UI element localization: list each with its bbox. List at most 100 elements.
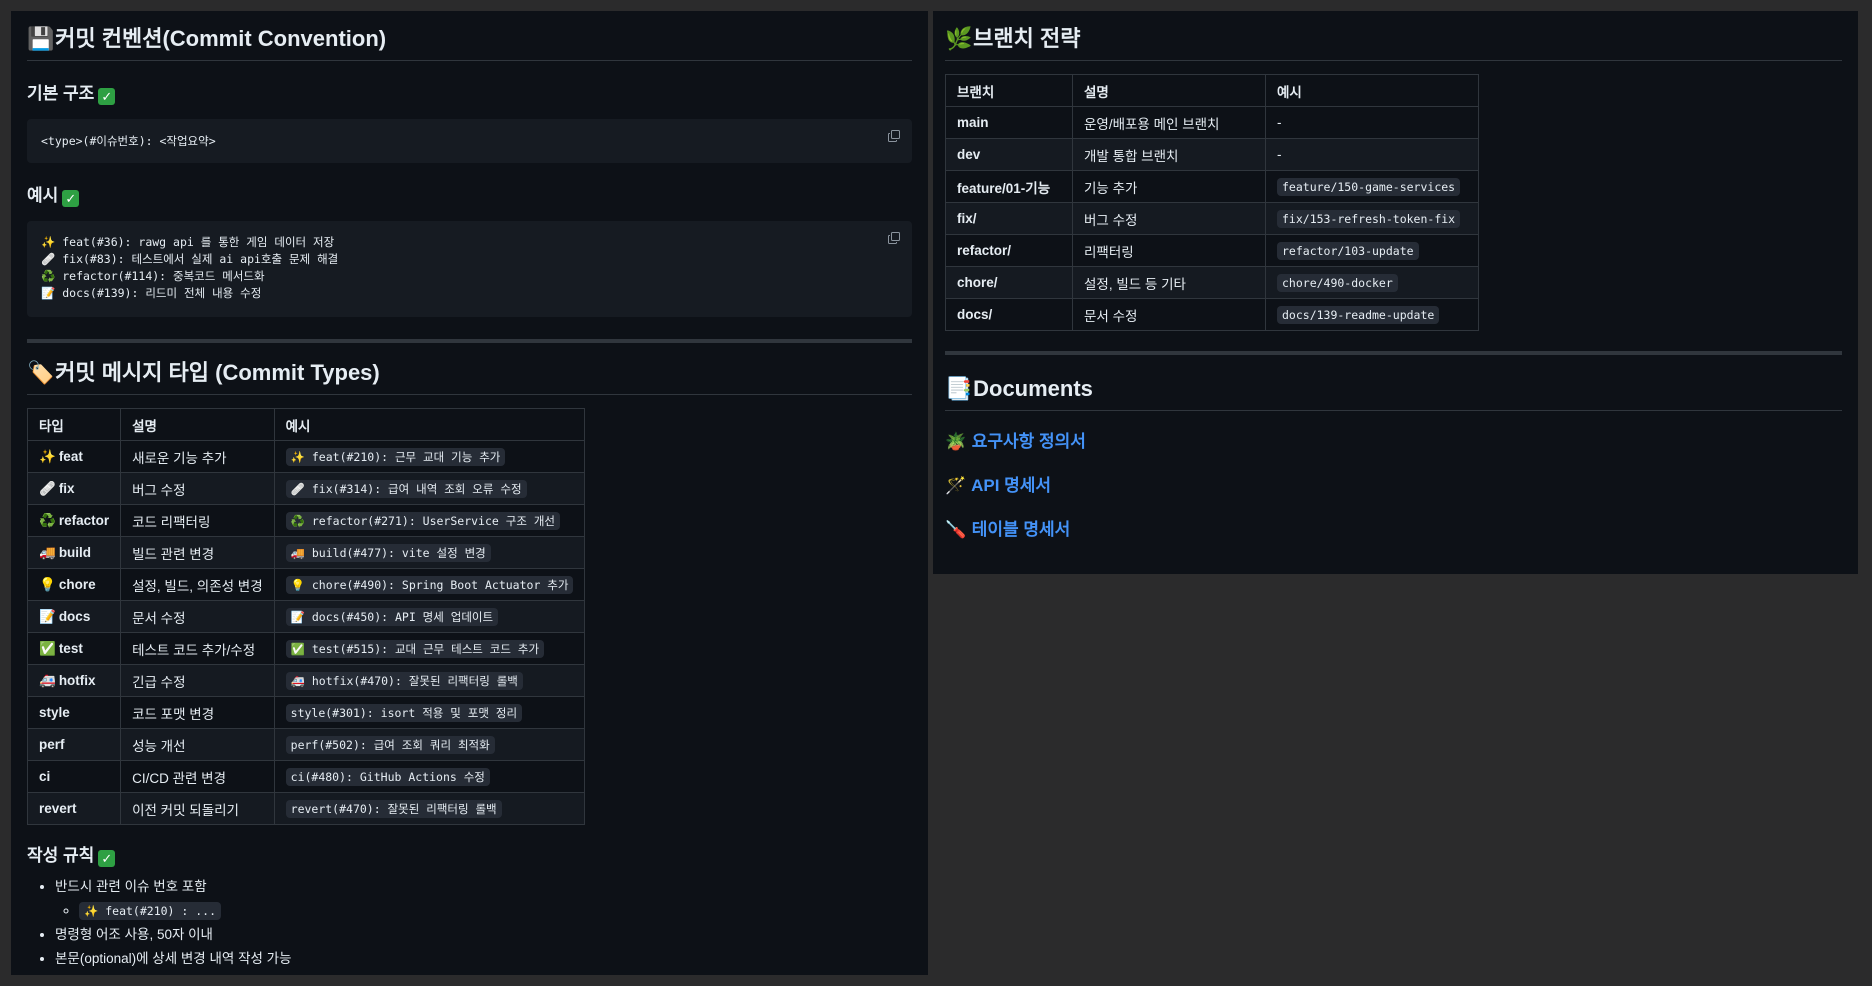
check-mark-icon: ✓ (98, 850, 116, 867)
commit-convention-heading: 💾 커밋 컨벤션(Commit Convention) (27, 25, 912, 61)
commit-type-example-cell: revert(#470): 잘못된 리팩터링 롤백 (273, 792, 586, 825)
table-row: 🚑 hotfix 긴급 수정 🚑 hotfix(#470): 잘못된 리팩터링 롤백 (26, 664, 586, 697)
branch-strategy-title: 브랜치 전략 (973, 26, 1081, 51)
commit-type-cell: perf (26, 728, 122, 761)
commit-type-name: feat (58, 448, 83, 464)
branch-example-cell: - (1265, 106, 1479, 139)
commit-type-description: 코드 리팩터링 (120, 504, 275, 537)
branch-description: 리팩터링 (1072, 234, 1266, 267)
table-row: 📝 docs 문서 수정 📝 docs(#450): API 명세 업데이트 (26, 600, 586, 633)
commit-type-example: ♻️ refactor(#271): UserService 구조 개선 (285, 511, 560, 530)
commit-type-example-cell: style(#301): isort 적용 및 포맷 정리 (273, 696, 586, 729)
commit-type-name: perf (39, 737, 65, 752)
branch-name: feature/01-기능 (945, 170, 1073, 203)
branch-strategy-heading: 🌿 브랜치 전략 (945, 25, 1842, 61)
commit-type-example-cell: 🚚 build(#477): vite 설정 변경 (273, 536, 586, 569)
table-row: dev 개발 통합 브랜치 - (945, 138, 1479, 171)
commit-type-cell: 💡 chore (26, 568, 122, 601)
commit-type-name: revert (39, 801, 77, 816)
table-row: chore/설정, 빌드 등 기타 chore/490-docker (945, 266, 1479, 299)
column-header: 예시 (273, 408, 586, 441)
branch-example: chore/490-docker (1277, 274, 1398, 292)
label-tag-icon: 🏷️ (27, 360, 55, 385)
link-label: API 명세서 (971, 476, 1052, 495)
commit-type-cell: ✅ test (26, 632, 122, 665)
documents-title: Documents (973, 376, 1093, 401)
branch-table: 브랜치 설명 예시 main 운영/배포용 메인 브랜치 - dev 개발 통합 브랜치… (945, 74, 1479, 331)
column-header: 타입 (26, 408, 122, 441)
basic-structure-title: 기본 구조 (27, 84, 95, 103)
commit-type-example: 🚚 build(#477): vite 설정 변경 (285, 543, 491, 562)
copy-icon[interactable] (888, 130, 900, 142)
branch-example: - (1277, 115, 1282, 130)
commit-type-name: hotfix (58, 672, 96, 688)
commit-type-example-cell: 🩹 fix(#314): 급여 내역 조회 오류 수정 (273, 472, 586, 505)
commit-type-name: refactor (58, 512, 110, 528)
table-row: revert 이전 커밋 되돌리기 revert(#470): 잘못된 리팩터링 롤… (26, 792, 586, 825)
branch-name: docs/ (945, 298, 1073, 331)
table-spec-link[interactable]: 🪛 테이블 명세서 (945, 519, 1842, 563)
column-header: 설명 (1072, 74, 1266, 107)
table-row: 💡 chore 설정, 빌드, 의존성 변경 💡 chore(#490): Sprin… (26, 568, 586, 601)
branch-example-cell: chore/490-docker (1265, 266, 1479, 299)
table-row: style 코드 포맷 변경 style(#301): isort 적용 및 포맷 … (26, 696, 586, 729)
rule-text: 본문(optional)에 상세 변경 내역 작성 가능 (55, 951, 292, 966)
link-label: 테이블 명세서 (971, 520, 1071, 539)
branch-example-cell: feature/150-game-services (1265, 170, 1479, 203)
commit-type-icon: 📝 (39, 608, 56, 624)
commit-type-example: ✅ test(#515): 교대 근무 테스트 코드 추가 (285, 639, 545, 658)
branch-example: docs/139-readme-update (1277, 306, 1440, 324)
commit-type-cell: 🚚 build (26, 536, 122, 569)
commit-type-example-cell: ci(#480): GitHub Actions 수정 (273, 760, 586, 793)
commit-types-table: 타입 설명 예시 ✨ feat 새로운 기능 추가 ✨ feat(#210): 근무 … (26, 408, 586, 825)
table-row: perf 성능 개선 perf(#502): 급여 조회 쿼리 최적화 (26, 728, 586, 761)
commit-type-description: CI/CD 관련 변경 (120, 760, 275, 793)
commit-type-example: style(#301): isort 적용 및 포맷 정리 (285, 703, 523, 722)
table-row: 🚚 build 빌드 관련 변경 🚚 build(#477): vite 설정 변경 (26, 536, 586, 569)
branch-name: refactor/ (945, 234, 1073, 267)
table-row: refactor/리팩터링 refactor/103-update (945, 234, 1479, 267)
example-line: ♻️ refactor(#114): 중복코드 메서드화 (41, 269, 265, 283)
commit-type-name: chore (58, 576, 96, 592)
branch-example: feature/150-game-services (1277, 178, 1461, 196)
branch-name: main (945, 106, 1073, 139)
commit-type-icon: ✅ (39, 640, 56, 656)
commit-types-title: 커밋 메시지 타입 (Commit Types) (55, 360, 380, 385)
branch-description: 버그 수정 (1072, 202, 1266, 235)
example-line: ✨ feat(#36): rawg api 를 통한 게임 데이터 저장 (41, 235, 335, 249)
documents-heading: 📑 Documents (945, 375, 1842, 411)
requirements-doc-link[interactable]: 🪴 요구사항 정의서 (945, 431, 1842, 475)
branch-strategy-panel: 🌿 브랜치 전략 브랜치 설명 예시 main 운영/배포용 메인 브랜치 - dev… (933, 11, 1858, 574)
branch-description: 개발 통합 브랜치 (1072, 138, 1266, 171)
list-item: ✨ feat(#210) : ... (79, 899, 912, 923)
api-spec-link[interactable]: 🪄 API 명세서 (945, 475, 1842, 519)
copy-icon[interactable] (888, 232, 900, 244)
commit-type-example: ci(#480): GitHub Actions 수정 (285, 767, 490, 786)
floppy-disk-icon: 💾 (27, 26, 55, 51)
commit-type-description: 테스트 코드 추가/수정 (120, 632, 275, 665)
commit-type-description: 빌드 관련 변경 (120, 536, 275, 569)
commit-type-cell: 🩹 fix (26, 472, 122, 505)
commit-type-example: 🩹 fix(#314): 급여 내역 조회 오류 수정 (285, 479, 527, 498)
branch-description: 기능 추가 (1072, 170, 1266, 203)
branch-name: fix/ (945, 202, 1073, 235)
commit-convention-title: 커밋 컨벤션(Commit Convention) (55, 26, 387, 51)
branch-description: 운영/배포용 메인 브랜치 (1072, 106, 1266, 139)
commit-type-description: 성능 개선 (120, 728, 275, 761)
plant-icon: 🪴 (945, 432, 967, 451)
commit-type-description: 문서 수정 (120, 600, 275, 633)
commit-type-example: 🚑 hotfix(#470): 잘못된 리팩터링 롤백 (285, 671, 523, 690)
example-line: 🩹 fix(#83): 테스트에서 실제 ai api호출 문제 해결 (41, 252, 339, 266)
commit-types-heading: 🏷️ 커밋 메시지 타입 (Commit Types) (27, 359, 912, 395)
writing-rules-title: 작성 규칙 (27, 846, 95, 865)
commit-type-description: 긴급 수정 (120, 664, 275, 697)
rule-example-code: ✨ feat(#210) : ... (79, 902, 222, 920)
table-row: ✅ test 테스트 코드 추가/수정 ✅ test(#515): 교대 근무 테스트… (26, 632, 586, 665)
check-mark-icon: ✓ (98, 88, 116, 105)
branch-name: chore/ (945, 266, 1073, 299)
basic-structure-code-block: <type>(#이슈번호): <작업요약> (27, 119, 912, 163)
list-item: 반드시 관련 이슈 번호 포함 ✨ feat(#210) : ... (55, 875, 912, 923)
commit-type-example-cell: 📝 docs(#450): API 명세 업데이트 (273, 600, 586, 633)
documents-links: 🪴 요구사항 정의서 🪄 API 명세서 🪛 테이블 명세서 (945, 431, 1842, 563)
commit-type-example: revert(#470): 잘못된 리팩터링 롤백 (285, 799, 502, 818)
